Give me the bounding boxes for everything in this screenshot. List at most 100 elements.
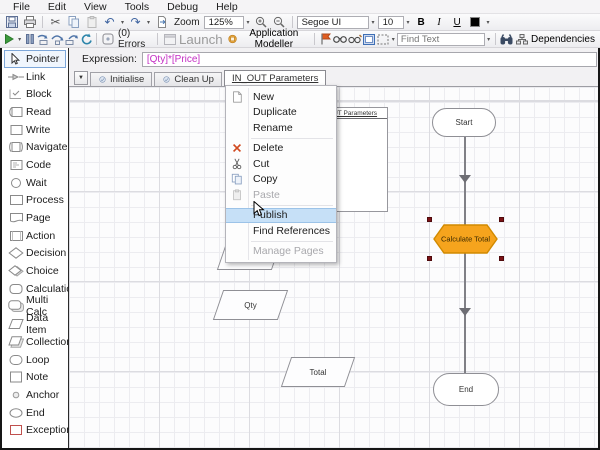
redo-dropdown[interactable]: ▾ — [145, 19, 152, 26]
end-node[interactable]: End — [433, 373, 499, 406]
wait-icon — [11, 177, 21, 188]
tool-choice[interactable]: Choice — [4, 262, 66, 280]
tool-pointer[interactable]: Pointer — [4, 50, 66, 68]
tool-anchor[interactable]: Anchor — [4, 386, 66, 404]
tool-loop[interactable]: Loop — [4, 351, 66, 369]
tab-list-dropdown[interactable]: ▼ — [74, 71, 88, 85]
breakpoint-button[interactable] — [101, 32, 114, 47]
dependencies-button[interactable]: Dependencies — [514, 32, 597, 47]
step-over-icon — [51, 34, 64, 45]
step-out-icon — [65, 34, 79, 45]
dashed-selection-icon — [377, 34, 389, 44]
reset-button[interactable] — [79, 32, 92, 47]
tool-navigate[interactable]: Navigate — [4, 138, 67, 156]
run-dropdown[interactable]: ▾ — [17, 36, 22, 43]
delete-icon — [232, 144, 242, 153]
context-menu-item-find-references[interactable]: Find References — [226, 223, 336, 239]
save-button[interactable] — [3, 15, 20, 30]
print-button[interactable] — [21, 15, 38, 30]
tool-data-item[interactable]: Data Item — [4, 312, 66, 336]
tool-code[interactable]: Code — [4, 156, 66, 174]
tool-write[interactable]: Write — [4, 121, 66, 139]
errors-label[interactable]: (0) Errors — [115, 28, 153, 50]
selection-mode-dropdown[interactable]: ▾ — [391, 36, 396, 43]
context-menu-item-rename[interactable]: Rename — [226, 120, 336, 136]
menu-view[interactable]: View — [75, 1, 116, 13]
zoom-select-dropdown[interactable]: ▾ — [245, 19, 252, 26]
step-over-button[interactable] — [51, 32, 64, 47]
menu-tools[interactable]: Tools — [116, 1, 159, 13]
font-color-dropdown[interactable]: ▾ — [485, 19, 492, 26]
toolbar-separator — [157, 33, 158, 45]
selection-handle[interactable] — [499, 217, 504, 222]
undo-dropdown[interactable]: ▾ — [119, 19, 126, 26]
tool-link[interactable]: Link — [4, 68, 66, 86]
bold-button[interactable]: B — [413, 15, 430, 30]
pointer-icon — [11, 52, 21, 65]
copy-button[interactable] — [65, 15, 82, 30]
tool-read[interactable]: Read — [4, 103, 66, 121]
start-node[interactable]: Start — [432, 108, 496, 137]
check-usages-button[interactable] — [347, 32, 362, 47]
total-data-item[interactable]: Total — [280, 357, 356, 387]
tool-block[interactable]: Block — [4, 85, 66, 103]
context-menu-item-copy[interactable]: Copy — [226, 172, 336, 188]
font-size-select[interactable]: 10 — [377, 15, 404, 29]
cut-button[interactable]: ✂ — [47, 15, 64, 30]
context-menu-item-new[interactable]: New — [226, 89, 336, 105]
menu-separator — [251, 240, 333, 242]
expression-input[interactable] — [141, 51, 597, 67]
navigate-icon — [9, 142, 23, 153]
menu-help[interactable]: Help — [207, 1, 247, 13]
tool-action[interactable]: Action — [4, 227, 66, 245]
tool-page[interactable]: Page — [4, 209, 66, 227]
context-menu-item-delete[interactable]: Delete — [226, 141, 336, 157]
tab-in-out-parameters[interactable]: IN_OUT Parameters — [223, 70, 327, 86]
find-text-dropdown[interactable]: ▾ — [486, 36, 491, 43]
export-page-button[interactable] — [153, 15, 170, 30]
tool-end[interactable]: End — [4, 404, 66, 422]
element-usage-button[interactable] — [363, 32, 376, 47]
selection-handle[interactable] — [427, 217, 432, 222]
calculation-node[interactable]: Calculate Total — [433, 224, 498, 254]
link-icon — [8, 73, 24, 80]
toolbar-separator — [495, 33, 497, 45]
paste-button[interactable] — [83, 15, 100, 30]
selection-handle[interactable] — [499, 256, 504, 261]
menu-file[interactable]: File — [4, 1, 39, 13]
run-button[interactable] — [3, 32, 16, 47]
tab-clean-up[interactable]: Clean Up — [154, 72, 222, 86]
font-family-dropdown[interactable]: ▾ — [370, 19, 377, 26]
pause-button[interactable] — [23, 32, 36, 47]
tab-initialise[interactable]: Initialise — [90, 72, 153, 86]
font-size-dropdown[interactable]: ▾ — [405, 19, 412, 26]
tool-exception[interactable]: Exception — [4, 421, 72, 439]
application-modeller-button[interactable]: Application Modeller — [226, 28, 310, 50]
find-text-input[interactable] — [396, 32, 485, 46]
tool-decision[interactable]: Decision — [4, 245, 66, 263]
link-arrow — [459, 308, 471, 316]
tool-process[interactable]: Process — [4, 192, 66, 210]
launch-button[interactable]: Launch — [162, 32, 225, 47]
step-out-button[interactable] — [65, 32, 79, 47]
tool-wait[interactable]: Wait — [4, 174, 66, 192]
context-menu-item-publish[interactable]: Publish — [226, 207, 336, 223]
selection-handle[interactable] — [427, 256, 432, 261]
menu-debug[interactable]: Debug — [158, 1, 207, 13]
selection-mode-button[interactable] — [377, 32, 390, 47]
font-color-button[interactable] — [467, 15, 484, 30]
find-next-button[interactable] — [500, 32, 513, 47]
font-family-select[interactable]: Segoe UI — [296, 15, 369, 29]
flag-button[interactable] — [319, 32, 332, 47]
tool-collection[interactable]: Collection — [4, 333, 72, 351]
step-in-button[interactable] — [37, 32, 50, 47]
menu-edit[interactable]: Edit — [39, 1, 75, 13]
italic-button[interactable]: I — [431, 15, 448, 30]
context-menu-item-duplicate[interactable]: Duplicate — [226, 105, 336, 121]
context-menu-item-cut[interactable]: Cut — [226, 156, 336, 172]
validate-button[interactable] — [332, 32, 347, 47]
underline-button[interactable]: U — [449, 15, 466, 30]
zoom-select[interactable]: 125% — [203, 15, 244, 29]
tool-note[interactable]: Note — [4, 368, 66, 386]
qty-data-item[interactable]: Qty — [212, 290, 289, 320]
